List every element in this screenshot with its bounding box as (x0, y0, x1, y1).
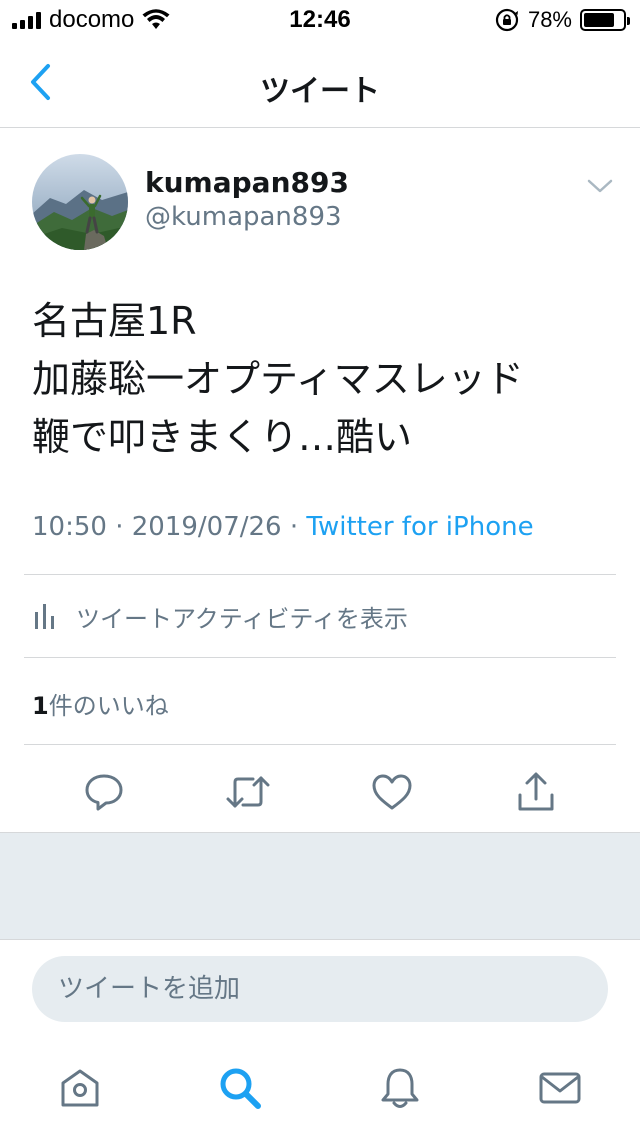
tweet-date: 2019/07/26 (131, 512, 282, 542)
reply-icon (85, 774, 123, 811)
status-right: 78% (494, 6, 630, 34)
tweet-source-link[interactable]: Twitter for iPhone (306, 512, 533, 542)
retweet-icon (226, 776, 270, 808)
page-title: ツイート (260, 74, 380, 109)
tweet-text: 名古屋1R 加藤聡一オプティマスレッド 鞭で叩きまくり…酷い (32, 292, 612, 466)
chevron-down-icon (587, 179, 613, 193)
divider (24, 744, 616, 745)
tweet-actions (0, 764, 640, 820)
tab-notifications[interactable] (374, 1062, 426, 1114)
battery-percent: 78% (527, 7, 572, 32)
tab-bar (0, 1040, 640, 1136)
retweet-button[interactable] (224, 768, 272, 816)
user-display-name[interactable]: kumapan893 (145, 166, 349, 199)
tweet-activity-label: ツイートアクティビティを表示 (76, 604, 408, 633)
share-icon (518, 772, 554, 811)
reply-button[interactable] (80, 768, 128, 816)
likes-number: 1 (32, 692, 49, 720)
tab-home[interactable] (54, 1062, 106, 1114)
status-bar: docomo 12:46 78% (0, 0, 640, 40)
battery-icon (580, 9, 630, 31)
tweet-activity-button[interactable]: ツイートアクティビティを表示 (34, 598, 408, 634)
divider (24, 657, 616, 658)
meta-separator: · (281, 512, 307, 542)
battery-level-fill (584, 13, 614, 27)
tweet-time: 10:50 (32, 512, 107, 542)
notifications-icon (381, 1068, 419, 1108)
likes-count[interactable]: 1件のいいね (32, 686, 169, 721)
tweet-text-line: 鞭で叩きまくり…酷い (32, 415, 413, 459)
messages-icon (539, 1072, 581, 1104)
reply-input[interactable] (58, 956, 578, 1022)
tab-search[interactable] (214, 1062, 266, 1114)
analytics-icon (35, 604, 54, 629)
orientation-lock-icon (495, 8, 519, 32)
tab-messages[interactable] (534, 1062, 586, 1114)
tweet-text-line: 加藤聡一オプティマスレッド (32, 357, 524, 401)
replies-area (0, 832, 640, 940)
share-button[interactable] (512, 768, 560, 816)
meta-separator: · (106, 512, 132, 542)
reply-compose-box[interactable] (32, 956, 608, 1022)
tweet-menu-button[interactable] (584, 172, 616, 200)
like-button[interactable] (368, 768, 416, 816)
heart-icon (372, 774, 412, 810)
divider (24, 574, 616, 575)
user-handle[interactable]: @kumapan893 (145, 202, 342, 232)
avatar-photo (32, 154, 128, 250)
avatar[interactable] (32, 154, 128, 250)
home-icon (61, 1069, 99, 1107)
search-icon (220, 1068, 261, 1109)
tweet-meta: 10:50 · 2019/07/26 · Twitter for iPhone (32, 512, 534, 542)
likes-label: 件のいいね (48, 692, 169, 720)
tweet-text-line: 名古屋1R (32, 299, 197, 343)
nav-bar: ツイート (0, 40, 640, 128)
